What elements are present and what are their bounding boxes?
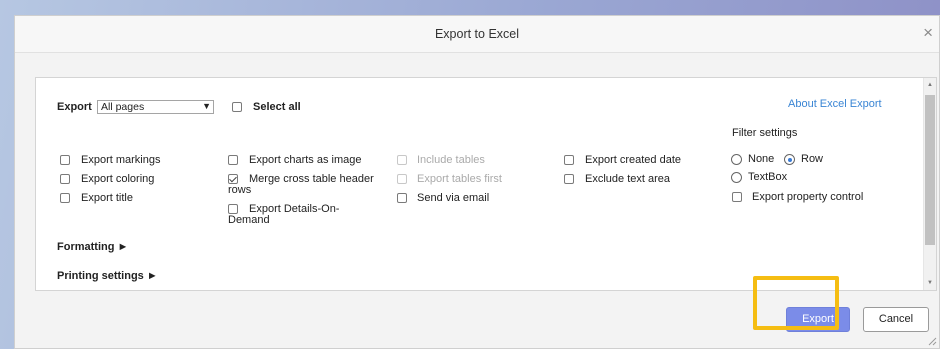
filter-radio-textbox-label: TextBox (748, 171, 788, 183)
exclude-text-area-checkbox[interactable] (564, 174, 574, 184)
export-button-highlight (753, 276, 839, 330)
export-tables-first-checkbox (397, 174, 407, 184)
export-details-on-demand-label-cont: Demand (228, 214, 270, 226)
export-pages-selected-value: All pages (101, 101, 145, 113)
send-via-email-checkbox[interactable] (397, 193, 407, 203)
close-icon[interactable]: × (923, 24, 933, 41)
export-charts-as-image-checkbox[interactable] (228, 155, 238, 165)
merge-cross-table-header-label: Merge cross table header (249, 173, 374, 185)
formatting-section-toggle[interactable]: Formatting ► (57, 242, 128, 253)
scrollbar-thumb[interactable] (925, 95, 935, 245)
export-property-control-checkbox[interactable] (732, 192, 742, 202)
export-created-date-label: Export created date (585, 154, 682, 166)
export-markings-label: Export markings (81, 154, 161, 166)
filter-radio-none[interactable] (731, 154, 742, 165)
export-settings-panel: Export All pages ▼ Select all About Exce… (35, 77, 937, 291)
resize-grip-icon[interactable] (928, 337, 937, 346)
panel-scrollbar[interactable]: ▲ ▼ (923, 78, 936, 290)
export-charts-as-image-label: Export charts as image (249, 154, 362, 166)
select-all-label: Select all (253, 101, 301, 113)
export-tables-first-label: Export tables first (417, 173, 502, 185)
filter-settings-heading: Filter settings (732, 127, 798, 139)
chevron-down-icon: ▼ (202, 101, 211, 111)
select-all-checkbox[interactable] (232, 102, 242, 112)
cancel-button[interactable]: Cancel (863, 307, 929, 332)
scroll-down-arrow-icon[interactable]: ▼ (924, 280, 936, 286)
printing-settings-section-toggle[interactable]: Printing settings ► (57, 271, 158, 282)
merge-cross-table-header-checkbox[interactable] (228, 174, 238, 184)
filter-radio-none-label: None (748, 153, 775, 165)
export-details-on-demand-checkbox[interactable] (228, 204, 238, 214)
exclude-text-area-label: Exclude text area (585, 173, 670, 185)
filter-radio-row[interactable] (784, 154, 795, 165)
merge-cross-table-header-label-cont: rows (228, 184, 252, 196)
export-coloring-checkbox[interactable] (60, 174, 70, 184)
filter-radio-row-label: Row (801, 153, 824, 165)
export-created-date-checkbox[interactable] (564, 155, 574, 165)
export-label: Export (57, 101, 92, 113)
export-title-checkbox[interactable] (60, 193, 70, 203)
include-tables-checkbox (397, 155, 407, 165)
export-coloring-label: Export coloring (81, 173, 155, 185)
export-pages-select[interactable]: All pages ▼ (97, 100, 214, 114)
include-tables-label: Include tables (417, 154, 485, 166)
filter-radio-textbox[interactable] (731, 172, 742, 183)
dialog-title: Export to Excel (434, 27, 520, 41)
about-excel-export-link[interactable]: About Excel Export (788, 99, 882, 110)
export-markings-checkbox[interactable] (60, 155, 70, 165)
scroll-up-arrow-icon[interactable]: ▲ (924, 82, 936, 88)
send-via-email-label: Send via email (417, 192, 490, 204)
export-title-label: Export title (81, 192, 133, 204)
export-property-control-label: Export property control (752, 191, 864, 203)
dialog-titlebar: Export to Excel × (15, 16, 939, 53)
